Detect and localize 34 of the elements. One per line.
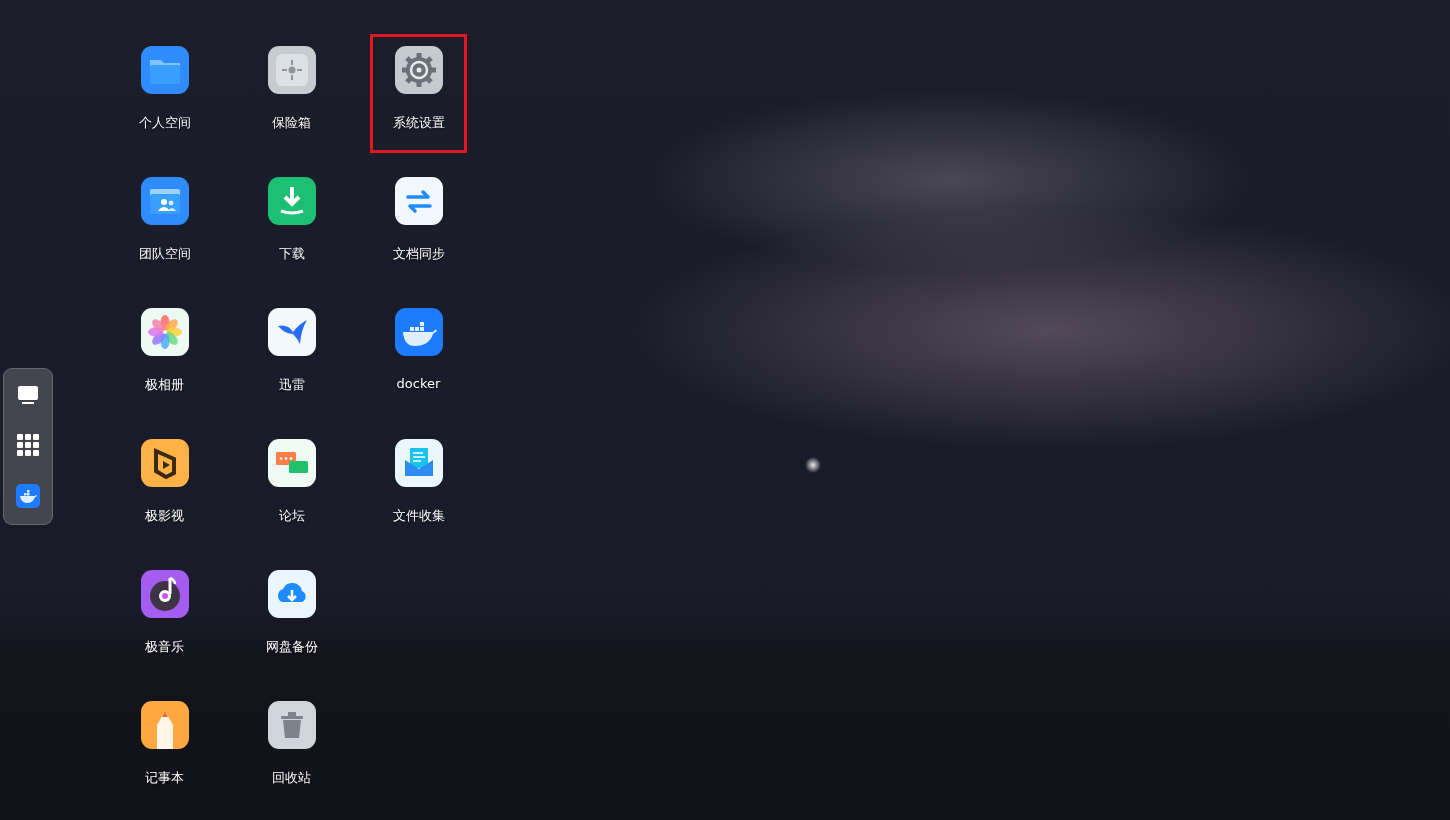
whale-icon	[394, 308, 443, 356]
whale-icon[interactable]	[16, 484, 40, 508]
app-shortcut[interactable]: 论坛	[243, 427, 340, 546]
app-shortcut[interactable]: 文档同步	[370, 165, 467, 284]
app-shortcut[interactable]: 极相册	[116, 296, 213, 415]
flower-icon	[140, 308, 189, 356]
monitor-icon[interactable]	[16, 383, 40, 407]
pencil-icon	[140, 701, 189, 749]
app-shortcut[interactable]: 极影视	[116, 427, 213, 546]
film-icon	[140, 439, 189, 487]
app-shortcut[interactable]: docker	[370, 296, 467, 415]
app-shortcut[interactable]: 记事本	[116, 689, 213, 808]
chat-bubbles-icon	[267, 439, 316, 487]
download-icon	[267, 177, 316, 225]
app-shortcut[interactable]: 个人空间	[116, 34, 213, 153]
app-shortcut[interactable]: 团队空间	[116, 165, 213, 284]
bird-icon	[267, 308, 316, 356]
envelope-document-icon	[394, 439, 443, 487]
app-shortcut[interactable]: 保险箱	[243, 34, 340, 153]
app-shortcut[interactable]: 系统设置	[370, 34, 467, 153]
app-shortcut[interactable]: 迅雷	[243, 296, 340, 415]
app-shortcut[interactable]: 文件收集	[370, 427, 467, 546]
folder-icon	[140, 46, 189, 94]
sync-arrows-icon	[394, 177, 443, 225]
app-grid-icon[interactable]	[16, 433, 40, 457]
cloud-download-icon	[267, 570, 316, 618]
trash-icon	[267, 701, 316, 749]
safe-icon	[267, 46, 316, 94]
team-folder-icon	[140, 177, 189, 225]
app-shortcut[interactable]: 下载	[243, 165, 340, 284]
settings-icon	[394, 46, 443, 94]
app-shortcut[interactable]: 网盘备份	[243, 558, 340, 677]
app-shortcut[interactable]: 回收站	[243, 689, 340, 808]
app-shortcut[interactable]: 极音乐	[116, 558, 213, 677]
